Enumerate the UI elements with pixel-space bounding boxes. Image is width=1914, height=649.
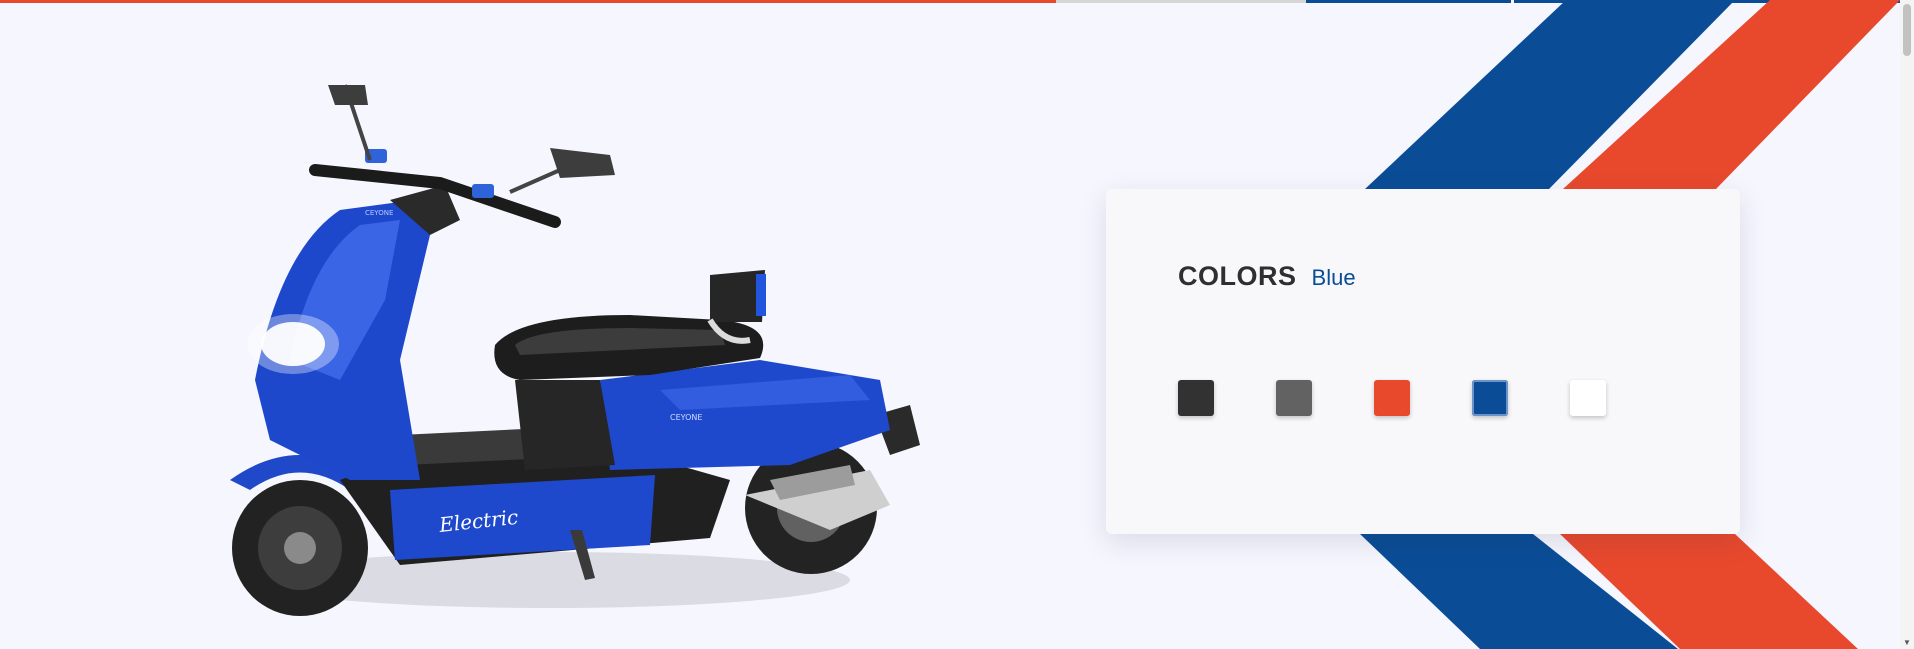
top-strip-red — [0, 0, 1056, 3]
top-strip-blue-2 — [1514, 0, 1914, 3]
scrollbar-thumb[interactable] — [1903, 4, 1911, 56]
selected-color-name: Blue — [1311, 265, 1356, 290]
page-scrollbar[interactable]: ▼ — [1900, 0, 1914, 649]
color-swatch-black[interactable] — [1178, 380, 1214, 416]
color-swatch-grey[interactable] — [1276, 380, 1312, 416]
lower-blue-stripe — [1360, 534, 1678, 649]
color-swatch-white[interactable] — [1570, 380, 1606, 416]
top-color-strip — [0, 0, 1914, 3]
scooter-image: Electric CEYONE CEYONE — [230, 84, 920, 616]
upper-blue-stripe — [1365, 0, 1735, 189]
upper-red-stripe — [1563, 0, 1900, 189]
scroll-down-icon[interactable]: ▼ — [1900, 637, 1914, 649]
top-strip-grey — [1056, 0, 1306, 3]
top-strip-blue — [1306, 0, 1511, 3]
color-swatch-red[interactable] — [1374, 380, 1410, 416]
color-swatch-blue[interactable] — [1472, 380, 1508, 416]
lower-red-stripe — [1560, 534, 1858, 649]
colors-card: COLORS Blue — [1106, 189, 1740, 534]
colors-heading: COLORS Blue — [1178, 261, 1356, 292]
colors-title: COLORS — [1178, 261, 1297, 291]
scooter-brand-front: CEYONE — [365, 209, 393, 217]
scooter-brand-rear: CEYONE — [670, 413, 702, 422]
